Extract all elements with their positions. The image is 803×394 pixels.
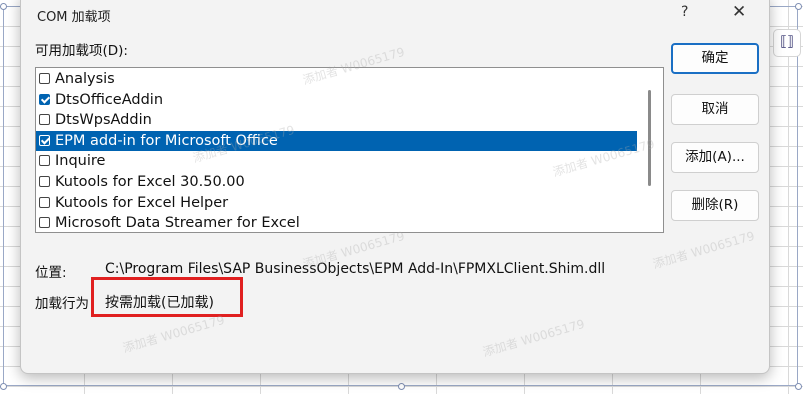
available-addins-label: 可用加载项(D): bbox=[35, 43, 128, 59]
dialog-title: COM 加载项 bbox=[37, 10, 111, 25]
addin-label: Microsoft Data Streamer for Excel bbox=[55, 215, 300, 232]
cancel-button[interactable]: 取消 bbox=[671, 94, 759, 125]
addins-listbox[interactable]: Analysis DtsOfficeAddin DtsWpsAddin EPM add… bbox=[35, 67, 664, 233]
resize-handle-top-right[interactable] bbox=[795, 3, 802, 10]
addin-checkbox[interactable] bbox=[39, 196, 50, 208]
location-label: 位置: bbox=[35, 265, 67, 281]
watermark: 添加者 W0065179 bbox=[651, 228, 757, 272]
add-button[interactable]: 添加(A)... bbox=[671, 142, 759, 173]
resize-handle-bottom-middle[interactable] bbox=[398, 383, 405, 390]
resize-handle-top-left[interactable] bbox=[0, 3, 7, 10]
addin-checkbox[interactable] bbox=[39, 73, 50, 84]
scrollbar-thumb[interactable] bbox=[648, 90, 651, 186]
com-addins-dialog: COM 加载项 ? ✕ 可用加载项(D): Analysis DtsOfficeA… bbox=[20, 0, 770, 374]
addin-label: Kutools for Excel Helper bbox=[55, 194, 229, 211]
addin-label: Analysis bbox=[55, 71, 115, 87]
screenshot-ocr-icon[interactable]: ⟦⟧ bbox=[773, 29, 801, 57]
dialog-titlebar: COM 加载项 ? ✕ bbox=[21, 0, 769, 33]
ok-button[interactable]: 确定 bbox=[671, 43, 759, 74]
location-value: C:\Program Files\SAP BusinessObjects\EPM… bbox=[105, 261, 606, 277]
red-highlight-box bbox=[91, 277, 243, 317]
addin-checkbox[interactable] bbox=[39, 176, 50, 187]
addin-label: Inquire bbox=[55, 153, 106, 170]
close-icon[interactable]: ✕ bbox=[732, 2, 746, 22]
resize-handle-bottom-left[interactable] bbox=[0, 383, 7, 390]
help-icon[interactable]: ? bbox=[681, 4, 688, 20]
watermark: 添加者 W0065179 bbox=[481, 316, 587, 360]
listbox-scrollbar[interactable] bbox=[637, 68, 663, 232]
addin-label: DtsOfficeAddin bbox=[55, 91, 164, 108]
addin-label: Kutools for Excel 30.50.00 bbox=[55, 174, 245, 190]
addin-checkbox[interactable] bbox=[39, 217, 50, 229]
addin-label: DtsWpsAddin bbox=[55, 112, 152, 129]
addin-checkbox[interactable] bbox=[39, 134, 50, 146]
addin-list-item[interactable]: Microsoft Data Streamer for Excel bbox=[36, 213, 637, 232]
remove-button[interactable]: 删除(R) bbox=[671, 190, 759, 221]
resize-handle-bottom-right[interactable] bbox=[795, 383, 802, 390]
addin-list-item[interactable]: DtsWpsAddin bbox=[36, 110, 637, 130]
watermark: 添加者 W0065179 bbox=[121, 312, 227, 356]
addin-checkbox[interactable] bbox=[39, 114, 50, 126]
addin-label: EPM add-in for Microsoft Office bbox=[55, 132, 278, 149]
addin-checkbox[interactable] bbox=[39, 93, 50, 105]
addin-list-item[interactable]: Kutools for Excel 30.50.00 bbox=[36, 172, 637, 192]
addin-list-item[interactable]: Analysis bbox=[36, 69, 637, 89]
addin-list-item[interactable]: EPM add-in for Microsoft Office bbox=[36, 130, 637, 151]
addin-list-item[interactable]: DtsOfficeAddin bbox=[36, 90, 637, 110]
addin-list-item[interactable]: Inquire bbox=[36, 151, 637, 171]
addin-checkbox[interactable] bbox=[39, 155, 50, 167]
addin-list-item[interactable]: Kutools for Excel Helper bbox=[36, 193, 637, 213]
load-behavior-label: 加载行为 bbox=[35, 296, 89, 312]
